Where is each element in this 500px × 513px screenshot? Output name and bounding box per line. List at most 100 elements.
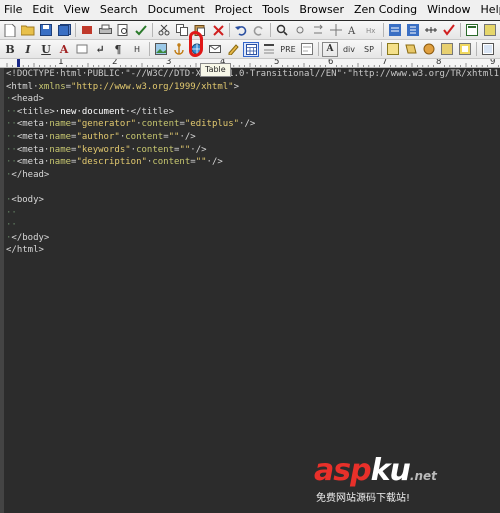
style-button[interactable] (385, 42, 401, 57)
cut-icon[interactable] (156, 23, 172, 38)
word-wrap-icon[interactable] (387, 23, 403, 38)
menu-project[interactable]: Project (210, 0, 258, 20)
script-button[interactable] (403, 42, 419, 57)
code-line[interactable] (6, 181, 499, 194)
italic-button[interactable]: I (20, 42, 36, 57)
toolbar-separator (476, 42, 477, 56)
code-line[interactable]: ·</body> (6, 232, 499, 245)
goto-icon[interactable] (328, 23, 344, 38)
hex-icon[interactable]: Hx (364, 23, 380, 38)
code-token: <title> (16, 106, 55, 117)
code-line[interactable]: ·· (6, 219, 499, 232)
ruler-number: 8 (436, 59, 442, 67)
code-token: </head> (11, 169, 50, 180)
code-line[interactable]: ·</head> (6, 169, 499, 182)
red-highlight-annotation (189, 31, 203, 57)
horizontal-rule-button[interactable] (261, 42, 277, 57)
image-button[interactable] (153, 42, 169, 57)
redo-icon[interactable] (251, 23, 267, 38)
ruler-number: 7 (382, 59, 388, 67)
save-icon[interactable] (38, 23, 54, 38)
preformatted-button[interactable]: PRE (279, 42, 297, 57)
code-line[interactable]: ··<meta·name="description"·content=""·/> (6, 156, 499, 169)
ruler-cursor-marker (17, 59, 20, 67)
replace-icon[interactable] (310, 23, 326, 38)
svg-text:Hx: Hx (366, 27, 375, 35)
preformatted-label: PRE (280, 44, 296, 54)
anchor-button[interactable] (171, 42, 187, 57)
span-button[interactable]: SP (360, 42, 378, 57)
cliptext-icon[interactable] (482, 23, 498, 38)
color-picker-button[interactable] (421, 42, 437, 57)
code-line[interactable]: ··<title>·new·document·</title> (6, 106, 499, 119)
copy-icon[interactable] (174, 23, 190, 38)
code-area[interactable]: <!DOCTYPE·html·PUBLIC·"-//W3C//DTD·XHTML… (6, 68, 499, 257)
code-line[interactable]: <html·xmlns="http://www.w3.org/1999/xhtm… (6, 81, 499, 94)
spell-check-icon[interactable] (133, 23, 149, 38)
code-token: <meta· (16, 131, 50, 142)
code-line[interactable]: ·<body> (6, 194, 499, 207)
code-line[interactable]: ··<meta·name="author"·content=""·/> (6, 131, 499, 144)
form-button[interactable] (299, 42, 315, 57)
font-size-icon[interactable]: A (346, 23, 362, 38)
toolbar-separator (270, 23, 271, 37)
undo-icon[interactable] (233, 23, 249, 38)
menu-edit[interactable]: Edit (27, 0, 58, 20)
html-toolbar-icon[interactable] (457, 42, 473, 57)
comment-button[interactable] (225, 42, 241, 57)
code-line[interactable]: ·· (6, 207, 499, 220)
find-in-files-icon[interactable] (292, 23, 308, 38)
code-token: <!DOCTYPE·html·PUBLIC·"-//W3C//DTD·XHTML… (6, 69, 500, 79)
code-line[interactable]: ·<head> (6, 93, 499, 106)
code-line[interactable]: ··<meta·name="generator"·content="editpl… (6, 118, 499, 131)
print-icon[interactable] (97, 23, 113, 38)
ruler-toggle-icon[interactable] (423, 23, 439, 38)
bold-button[interactable]: B (2, 42, 18, 57)
browser-view-icon[interactable] (464, 23, 480, 38)
font-button[interactable]: A (322, 41, 338, 57)
print-preview-icon[interactable] (115, 23, 131, 38)
menu-view[interactable]: View (59, 0, 95, 20)
find-icon[interactable] (274, 23, 290, 38)
div-button[interactable]: div (340, 42, 358, 57)
new-file-icon[interactable] (2, 23, 18, 38)
code-token: ·/> (190, 144, 207, 155)
character-button[interactable] (439, 42, 455, 57)
code-token: "editplus" (184, 119, 240, 130)
toolbar-separator (152, 23, 153, 37)
code-line[interactable]: </html> (6, 244, 499, 257)
delete-icon[interactable] (210, 23, 226, 38)
heading-button[interactable]: H (128, 42, 146, 57)
open-folder-icon[interactable] (20, 23, 36, 38)
menu-window[interactable]: Window (422, 0, 475, 20)
save-all-icon[interactable] (56, 23, 72, 38)
code-line[interactable]: ··<meta·name="keywords"·content=""·/> (6, 144, 499, 157)
menu-search[interactable]: Search (95, 0, 143, 20)
menu-document[interactable]: Document (143, 0, 210, 20)
menu-zen-coding[interactable]: Zen Coding (349, 0, 422, 20)
underline-button[interactable]: U (38, 42, 54, 57)
paragraph-button[interactable]: ¶ (110, 42, 126, 57)
table-button[interactable] (243, 41, 259, 57)
menu-tools[interactable]: Tools (257, 0, 294, 20)
menu-file[interactable]: File (0, 0, 27, 20)
check-mark-icon[interactable] (441, 23, 457, 38)
code-token: ·· (6, 119, 17, 130)
ftp-icon[interactable] (79, 23, 95, 38)
menu-browser[interactable]: Browser (294, 0, 349, 20)
code-token: content (125, 131, 164, 142)
code-editor[interactable]: <!DOCTYPE·html·PUBLIC·"-//W3C//DTD·XHTML… (0, 68, 500, 513)
code-token: <meta· (16, 119, 50, 130)
ruler-number: 3 (166, 59, 172, 67)
nbsp-button[interactable] (74, 42, 90, 57)
font-color-button[interactable]: A (56, 42, 72, 57)
code-token: xmlns (38, 81, 66, 92)
menu-help[interactable]: Help (476, 0, 500, 20)
div-label: div (342, 44, 356, 54)
code-line[interactable]: <!DOCTYPE·html·PUBLIC·"-//W3C//DTD·XHTML… (6, 68, 499, 81)
preview-button[interactable] (480, 42, 496, 57)
email-link-button[interactable] (207, 42, 223, 57)
line-number-icon[interactable] (405, 23, 421, 38)
watermark-subtitle: 免费网站源码下载站! (316, 493, 411, 504)
line-break-button[interactable]: ↵ (92, 42, 108, 57)
